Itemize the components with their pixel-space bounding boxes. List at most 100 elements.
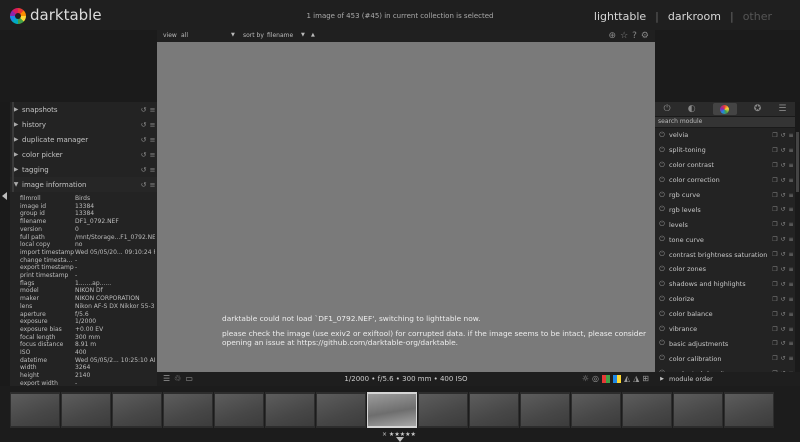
presets-menu-icon[interactable]: ≡: [787, 326, 795, 333]
processing-module[interactable]: ⏻ vibrance ❐ ↺ ≡: [655, 322, 795, 337]
reset-icon[interactable]: ↺: [779, 355, 787, 362]
module-power-icon[interactable]: ⏻: [655, 235, 669, 244]
filmstrip-thumbnail[interactable]: [163, 392, 213, 428]
module-power-icon[interactable]: ⏻: [655, 354, 669, 363]
module-power-icon[interactable]: ⏻: [655, 295, 669, 304]
filmstrip-thumbnail[interactable]: [418, 392, 468, 428]
filmstrip-thumbnail[interactable]: [622, 392, 672, 428]
gear-icon[interactable]: ⚙: [641, 31, 649, 41]
filmstrip-thumbnail[interactable]: [571, 392, 621, 428]
presets-menu-icon[interactable]: ≡: [148, 106, 157, 114]
module-tagging[interactable]: ▶ tagging ↺ ≡: [10, 162, 157, 177]
reset-icon[interactable]: ↺: [139, 166, 148, 174]
reset-icon[interactable]: ↺: [779, 281, 787, 288]
presets-menu-icon[interactable]: ≡: [787, 221, 795, 228]
processing-module[interactable]: ⏻ color correction ❐ ↺ ≡: [655, 173, 795, 188]
presets-menu-icon[interactable]: ≡: [787, 177, 795, 184]
filmstrip-thumbnail[interactable]: [265, 392, 315, 428]
power-tab-icon[interactable]: ⏻: [664, 104, 671, 114]
presets-menu-icon[interactable]: ≡: [787, 132, 795, 139]
module-power-icon[interactable]: ⏻: [655, 280, 669, 289]
reset-icon[interactable]: ↺: [779, 221, 787, 228]
processing-module[interactable]: ⏻ contrast brightness saturation ❐ ↺ ≡: [655, 247, 795, 262]
color-tab-icon[interactable]: [712, 103, 737, 115]
reset-icon[interactable]: ↺: [779, 326, 787, 333]
filmstrip-thumbnail[interactable]: [316, 392, 366, 428]
module-color-picker[interactable]: ▶ color picker ↺ ≡: [10, 147, 157, 162]
reset-icon[interactable]: ↺: [139, 181, 148, 189]
presets-menu-icon[interactable]: ≡: [787, 192, 795, 199]
reset-icon[interactable]: ↺: [139, 136, 148, 144]
chevron-down-icon[interactable]: ▼: [231, 32, 235, 38]
guides-icon[interactable]: ⊞: [642, 374, 649, 383]
multi-instance-icon[interactable]: ❐: [771, 355, 779, 362]
reset-icon[interactable]: ↺: [139, 121, 148, 129]
reset-icon[interactable]: ↺: [779, 311, 787, 318]
reset-icon[interactable]: ↺: [779, 147, 787, 154]
presets-menu-icon[interactable]: ≡: [787, 296, 795, 303]
reset-icon[interactable]: ↺: [779, 132, 787, 139]
multi-instance-icon[interactable]: ❐: [771, 147, 779, 154]
view-lighttable[interactable]: lighttable: [594, 10, 646, 23]
clipping-indicator-icon[interactable]: [601, 374, 610, 383]
right-scrollbar[interactable]: [795, 102, 800, 372]
presets-menu-icon[interactable]: ≡: [787, 162, 795, 169]
presets-menu-icon[interactable]: ≡: [787, 236, 795, 243]
view-other[interactable]: other: [743, 10, 772, 23]
multi-instance-icon[interactable]: ❐: [771, 281, 779, 288]
reset-icon[interactable]: ↺: [139, 151, 148, 159]
module-history[interactable]: ▶ history ↺ ≡: [10, 117, 157, 132]
module-image-information[interactable]: ▼ image information ↺ ≡: [10, 177, 157, 192]
module-power-icon[interactable]: ⏻: [655, 220, 669, 229]
star-overlay-icon[interactable]: ☆: [620, 31, 628, 41]
filmstrip-thumbnail[interactable]: [10, 392, 60, 428]
chevron-down-icon[interactable]: ▼: [301, 32, 305, 38]
filmstrip-thumbnail-selected[interactable]: [367, 392, 417, 428]
multi-instance-icon[interactable]: ❐: [771, 132, 779, 139]
collapse-left-arrow-icon[interactable]: [2, 192, 7, 200]
presets-menu-icon[interactable]: ≡: [148, 121, 157, 129]
module-power-icon[interactable]: ⏻: [655, 191, 669, 200]
multi-instance-icon[interactable]: ❐: [771, 177, 779, 184]
multi-instance-icon[interactable]: ❐: [771, 162, 779, 169]
presets-menu-icon[interactable]: ≡: [787, 206, 795, 213]
presets-menu-icon[interactable]: ≡: [787, 311, 795, 318]
processing-module[interactable]: ⏻ rgb curve ❐ ↺ ≡: [655, 188, 795, 203]
processing-module[interactable]: ⏻ colorize ❐ ↺ ≡: [655, 292, 795, 307]
reset-icon[interactable]: ↺: [139, 106, 148, 114]
processing-module[interactable]: ⏻ color balance ❐ ↺ ≡: [655, 307, 795, 322]
view-filter-select[interactable]: all: [181, 32, 188, 39]
filmstrip-thumbnail[interactable]: [214, 392, 264, 428]
presets-menu-icon[interactable]: ≡: [148, 166, 157, 174]
filmstrip-thumbnail[interactable]: [673, 392, 723, 428]
tone-tab-icon[interactable]: ◐: [688, 104, 696, 114]
softproof-icon[interactable]: ◭: [624, 374, 630, 383]
raw-overexposed-icon[interactable]: ◎: [592, 374, 599, 383]
processing-module[interactable]: ⏻ levels ❐ ↺ ≡: [655, 217, 795, 232]
presets-menu-icon[interactable]: ≡: [148, 136, 157, 144]
processing-module[interactable]: ⏻ rgb levels ❐ ↺ ≡: [655, 202, 795, 217]
sort-by-select[interactable]: filename: [267, 32, 293, 39]
module-power-icon[interactable]: ⏻: [655, 265, 669, 274]
multi-instance-icon[interactable]: ❐: [771, 221, 779, 228]
reset-icon[interactable]: ↺: [779, 162, 787, 169]
collapse-bottom-arrow-icon[interactable]: [396, 437, 404, 442]
module-power-icon[interactable]: ⏻: [655, 339, 669, 348]
presets-menu-icon[interactable]: ≡: [148, 151, 157, 159]
reset-icon[interactable]: ↺: [779, 340, 787, 347]
module-power-icon[interactable]: ⏻: [655, 131, 669, 140]
reset-icon[interactable]: ↺: [779, 192, 787, 199]
multi-instance-icon[interactable]: ❐: [771, 326, 779, 333]
module-duplicate-manager[interactable]: ▶ duplicate manager ↺ ≡: [10, 132, 157, 147]
sort-direction-toggle[interactable]: ▲: [311, 32, 315, 38]
help-icon[interactable]: ?: [632, 31, 637, 41]
processing-module[interactable]: ⏻ tone curve ❐ ↺ ≡: [655, 232, 795, 247]
multi-instance-icon[interactable]: ❐: [771, 266, 779, 273]
processing-module[interactable]: ⏻ split-toning ❐ ↺ ≡: [655, 143, 795, 158]
multi-instance-icon[interactable]: ❐: [771, 340, 779, 347]
module-power-icon[interactable]: ⏻: [655, 146, 669, 155]
multi-instance-icon[interactable]: ❐: [771, 192, 779, 199]
filmstrip-thumbnail[interactable]: [469, 392, 519, 428]
filmstrip-thumbnail[interactable]: [520, 392, 570, 428]
presets-menu-icon[interactable]: ≡: [787, 266, 795, 273]
